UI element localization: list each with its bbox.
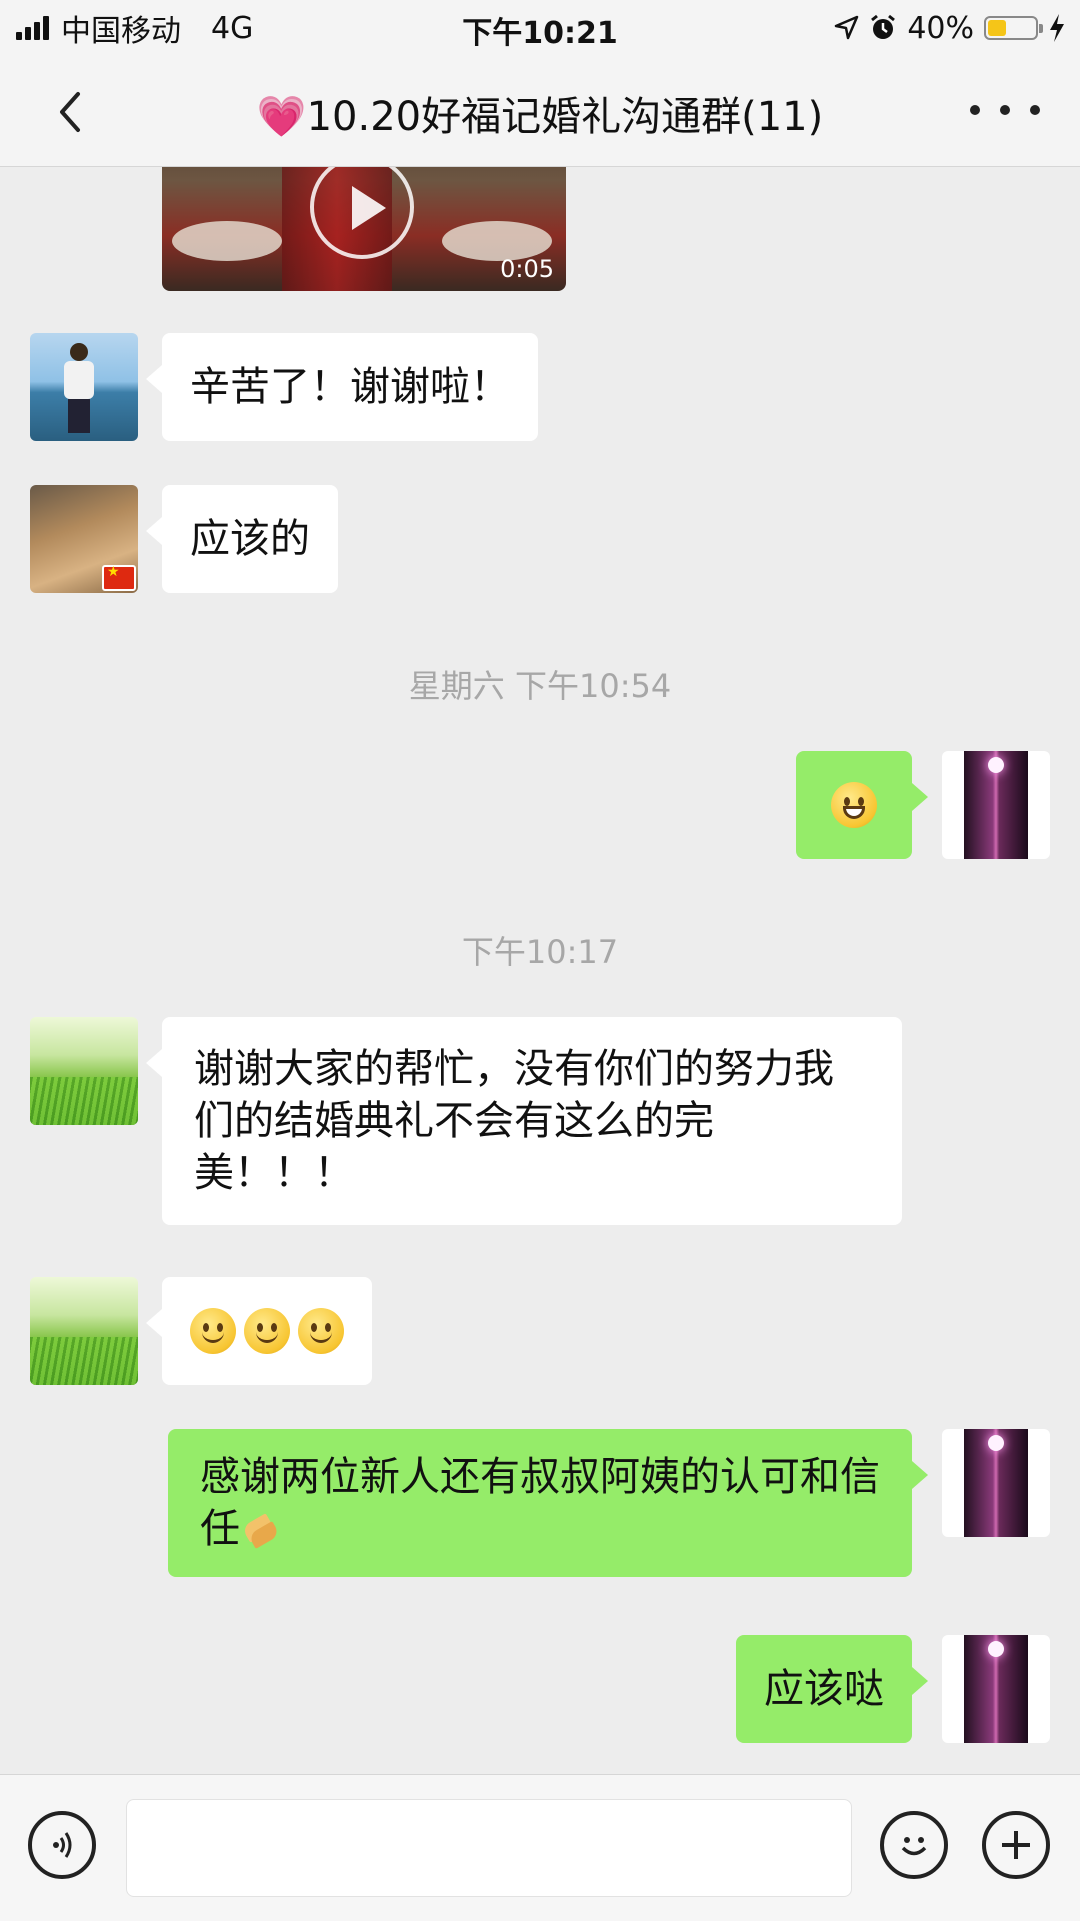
china-flag-icon	[102, 564, 136, 591]
message-text: 感谢两位新人还有叔叔阿姨的认可和信任	[200, 1454, 880, 1552]
avatar[interactable]	[942, 751, 1050, 859]
plus-icon[interactable]	[982, 1811, 1050, 1879]
location-icon	[835, 15, 859, 40]
more-dots-icon[interactable]	[970, 88, 1040, 132]
avatar[interactable]	[30, 333, 138, 441]
smile-emoji-icon	[298, 1308, 344, 1354]
emoji-icon[interactable]	[880, 1811, 948, 1879]
message-bubble[interactable]	[796, 751, 928, 859]
avatar[interactable]	[30, 1017, 138, 1125]
chat-header: 💗10.20好福记婚礼沟通群(11)	[0, 54, 1080, 167]
video-duration: 0:05	[500, 255, 554, 283]
video-scene	[172, 221, 282, 261]
avatar[interactable]	[942, 1635, 1050, 1743]
smile-emoji-icon	[190, 1308, 236, 1354]
message-bubble[interactable]: 应该哒	[736, 1635, 928, 1743]
grin-emoji-icon	[831, 782, 877, 828]
avatar[interactable]	[30, 1277, 138, 1385]
timestamp: 星期六 下午10:54	[408, 667, 672, 705]
charging-icon	[1050, 14, 1064, 42]
chat-title: 💗10.20好福记婚礼沟通群(11)	[256, 94, 824, 140]
avatar[interactable]	[30, 485, 138, 593]
battery-icon	[984, 16, 1043, 40]
status-bar: 中国移动 4G 下午10:21 40%	[0, 0, 1080, 54]
video-message[interactable]: 0:05	[162, 167, 566, 291]
battery-percent: 40%	[907, 10, 974, 46]
timestamp: 下午10:17	[461, 933, 619, 971]
message-bubble[interactable]: 谢谢大家的帮忙，没有你们的努力我们的结婚典礼不会有这么的完美！！！	[146, 1017, 902, 1225]
input-bar	[0, 1774, 1080, 1921]
message-bubble[interactable]	[146, 1277, 372, 1385]
chevron-left-icon[interactable]	[44, 82, 104, 142]
smile-emoji-icon	[244, 1308, 290, 1354]
battery-fill	[988, 20, 1007, 36]
alarm-icon	[871, 14, 896, 39]
message-bubble[interactable]: 感谢两位新人还有叔叔阿姨的认可和信任	[168, 1429, 928, 1577]
message-bubble[interactable]: 应该的	[146, 485, 338, 593]
message-input[interactable]	[126, 1799, 852, 1897]
avatar[interactable]	[942, 1429, 1050, 1537]
message-bubble[interactable]: 辛苦了！谢谢啦！	[146, 333, 538, 441]
status-right: 40%	[833, 8, 1066, 48]
clap-emoji-icon	[240, 1511, 280, 1551]
chat-area[interactable]: 0:05 辛苦了！谢谢啦！ 应该的 星期六 下午10:54 下午10:17 谢谢…	[0, 167, 1080, 1773]
voice-icon[interactable]	[28, 1811, 96, 1879]
